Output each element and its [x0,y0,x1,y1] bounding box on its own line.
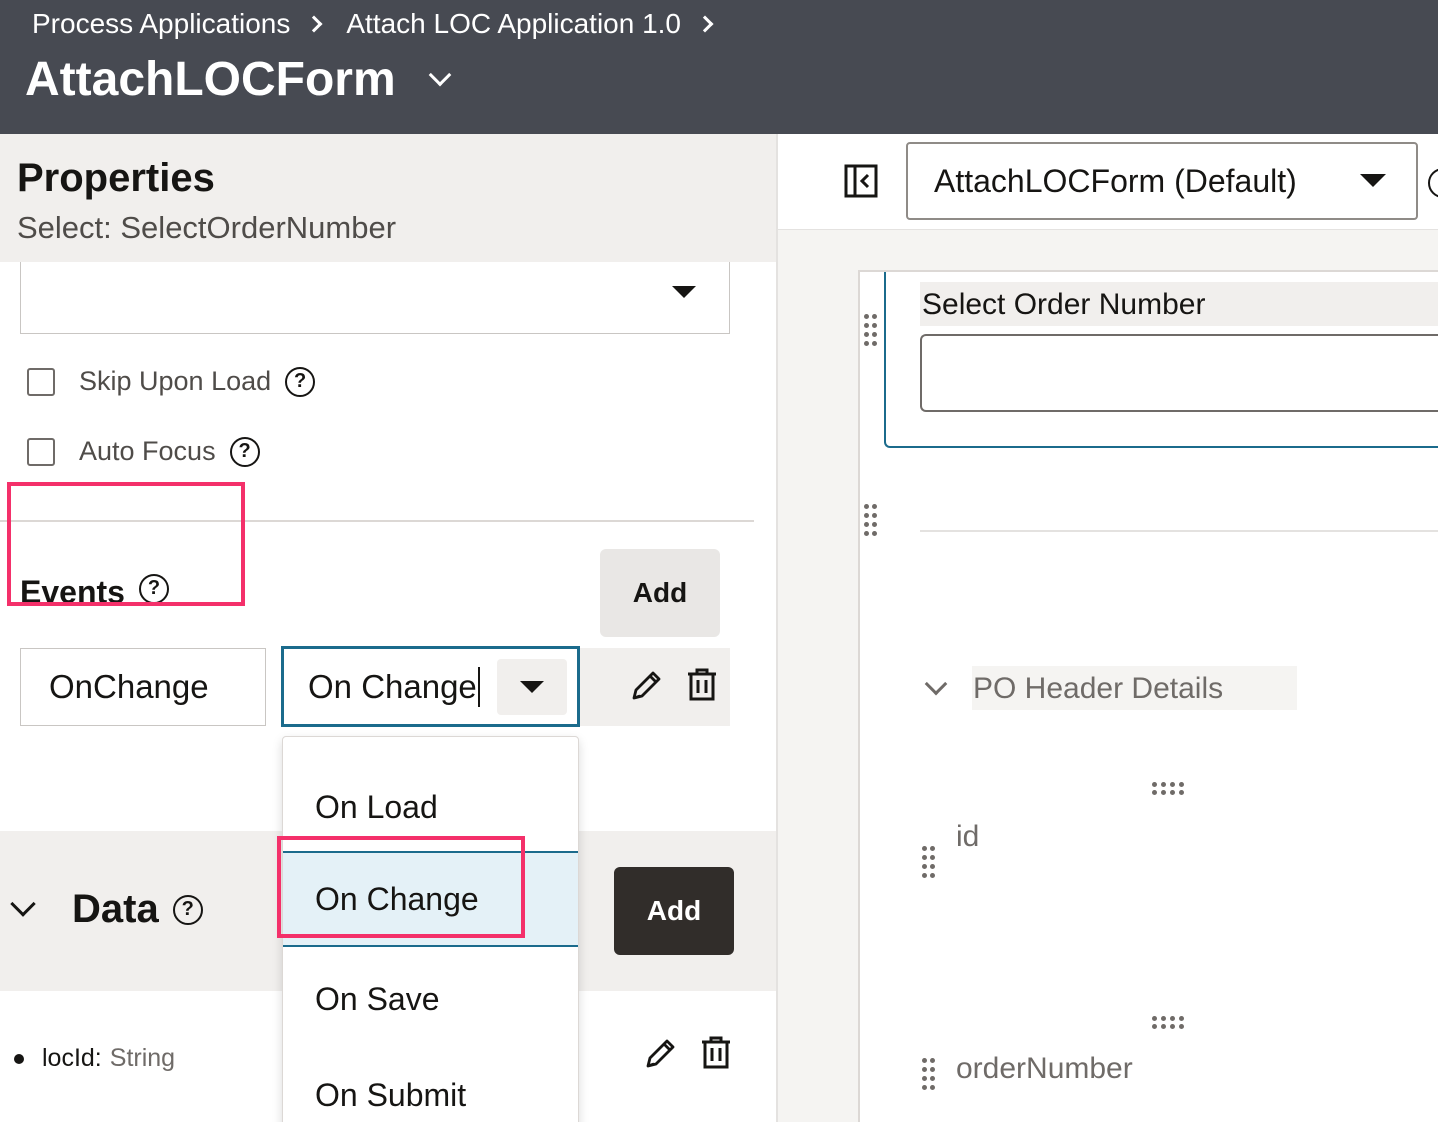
presentation-select-value: AttachLOCForm (Default) [934,162,1297,199]
pencil-icon[interactable] [626,666,666,706]
caret-down-icon [1360,174,1386,187]
data-item: locId: String [14,1044,175,1073]
form-canvas: Select Order Number PO Header Details id… [858,270,1438,1122]
trash-icon[interactable] [682,664,722,704]
caret-down-icon [672,286,696,298]
field-id-label[interactable]: id [956,820,979,854]
data-item-type: String [109,1044,176,1072]
event-type-select[interactable]: On Change [281,646,580,727]
page-title: AttachLOCForm [25,53,396,106]
drag-handle-icon[interactable] [864,504,880,544]
caret-down-icon [520,681,544,693]
auto-focus-checkbox[interactable] [27,437,55,466]
divider [920,530,1438,532]
field-label: Select Order Number [922,288,1206,321]
chevron-down-icon[interactable] [428,63,451,86]
drag-handle-icon[interactable] [922,846,938,886]
chevron-right-icon [305,15,323,33]
trash-icon[interactable] [696,1032,736,1072]
select-order-number-input[interactable] [920,334,1438,412]
text-cursor [477,666,480,707]
app-header: Process Applications Attach LOC Applicat… [0,0,1438,134]
data-heading: Data ? [72,887,203,932]
skip-upon-load-row: Skip Upon Load ? [27,366,316,397]
help-icon[interactable]: ? [229,436,260,467]
skip-upon-load-checkbox[interactable] [27,367,55,396]
data-label: Data [72,887,159,931]
highlight-box [277,836,525,938]
option-on-submit[interactable]: On Submit [283,1047,578,1122]
data-item-name: locId: [42,1044,102,1072]
chevron-down-icon[interactable] [10,891,36,917]
option-on-save[interactable]: On Save [283,951,578,1047]
auto-focus-label: Auto Focus [79,436,216,466]
presentation-select[interactable]: AttachLOCForm (Default) [906,142,1418,220]
collapse-panel-icon[interactable] [844,164,878,198]
help-icon[interactable]: ? [285,366,316,397]
add-event-button[interactable]: Add [600,549,720,637]
title-row[interactable]: AttachLOCForm [25,52,451,107]
property-select[interactable] [20,262,730,334]
auto-focus-row: Auto Focus ? [27,436,260,467]
breadcrumb-application[interactable]: Attach LOC Application 1.0 [346,8,681,40]
help-icon[interactable] [1428,168,1438,198]
drag-handle-icon[interactable] [1152,782,1192,796]
form-canvas-panel: AttachLOCForm (Default) Select Order Num… [776,134,1438,1122]
selected-field-card[interactable]: Select Order Number [884,272,1438,448]
highlight-box [7,482,245,606]
event-type-value: On Change [308,667,477,705]
bullet [14,1053,24,1064]
properties-title: Properties [17,156,215,200]
drag-handle-icon[interactable] [864,314,880,354]
breadcrumb: Process Applications Attach LOC Applicat… [32,8,737,40]
add-data-button[interactable]: Add [614,867,734,955]
drag-handle-icon[interactable] [1152,1016,1192,1030]
section-label: PO Header Details [973,672,1224,705]
properties-header: Properties Select: SelectOrderNumber [0,134,776,262]
canvas-toolbar: AttachLOCForm (Default) [778,134,1438,230]
skip-upon-load-label: Skip Upon Load [79,366,272,396]
drag-handle-icon[interactable] [922,1058,938,1098]
pencil-icon[interactable] [640,1034,680,1074]
help-icon[interactable]: ? [172,894,203,925]
chevron-down-icon[interactable] [924,672,948,696]
chevron-right-icon [696,15,714,33]
event-name-input[interactable]: OnChange [20,648,266,726]
event-type-dropdown-button[interactable] [497,659,567,715]
field-ordernumber-label[interactable]: orderNumber [956,1052,1133,1086]
breadcrumb-process-applications[interactable]: Process Applications [32,8,290,40]
properties-subtitle: Select: SelectOrderNumber [17,210,397,245]
